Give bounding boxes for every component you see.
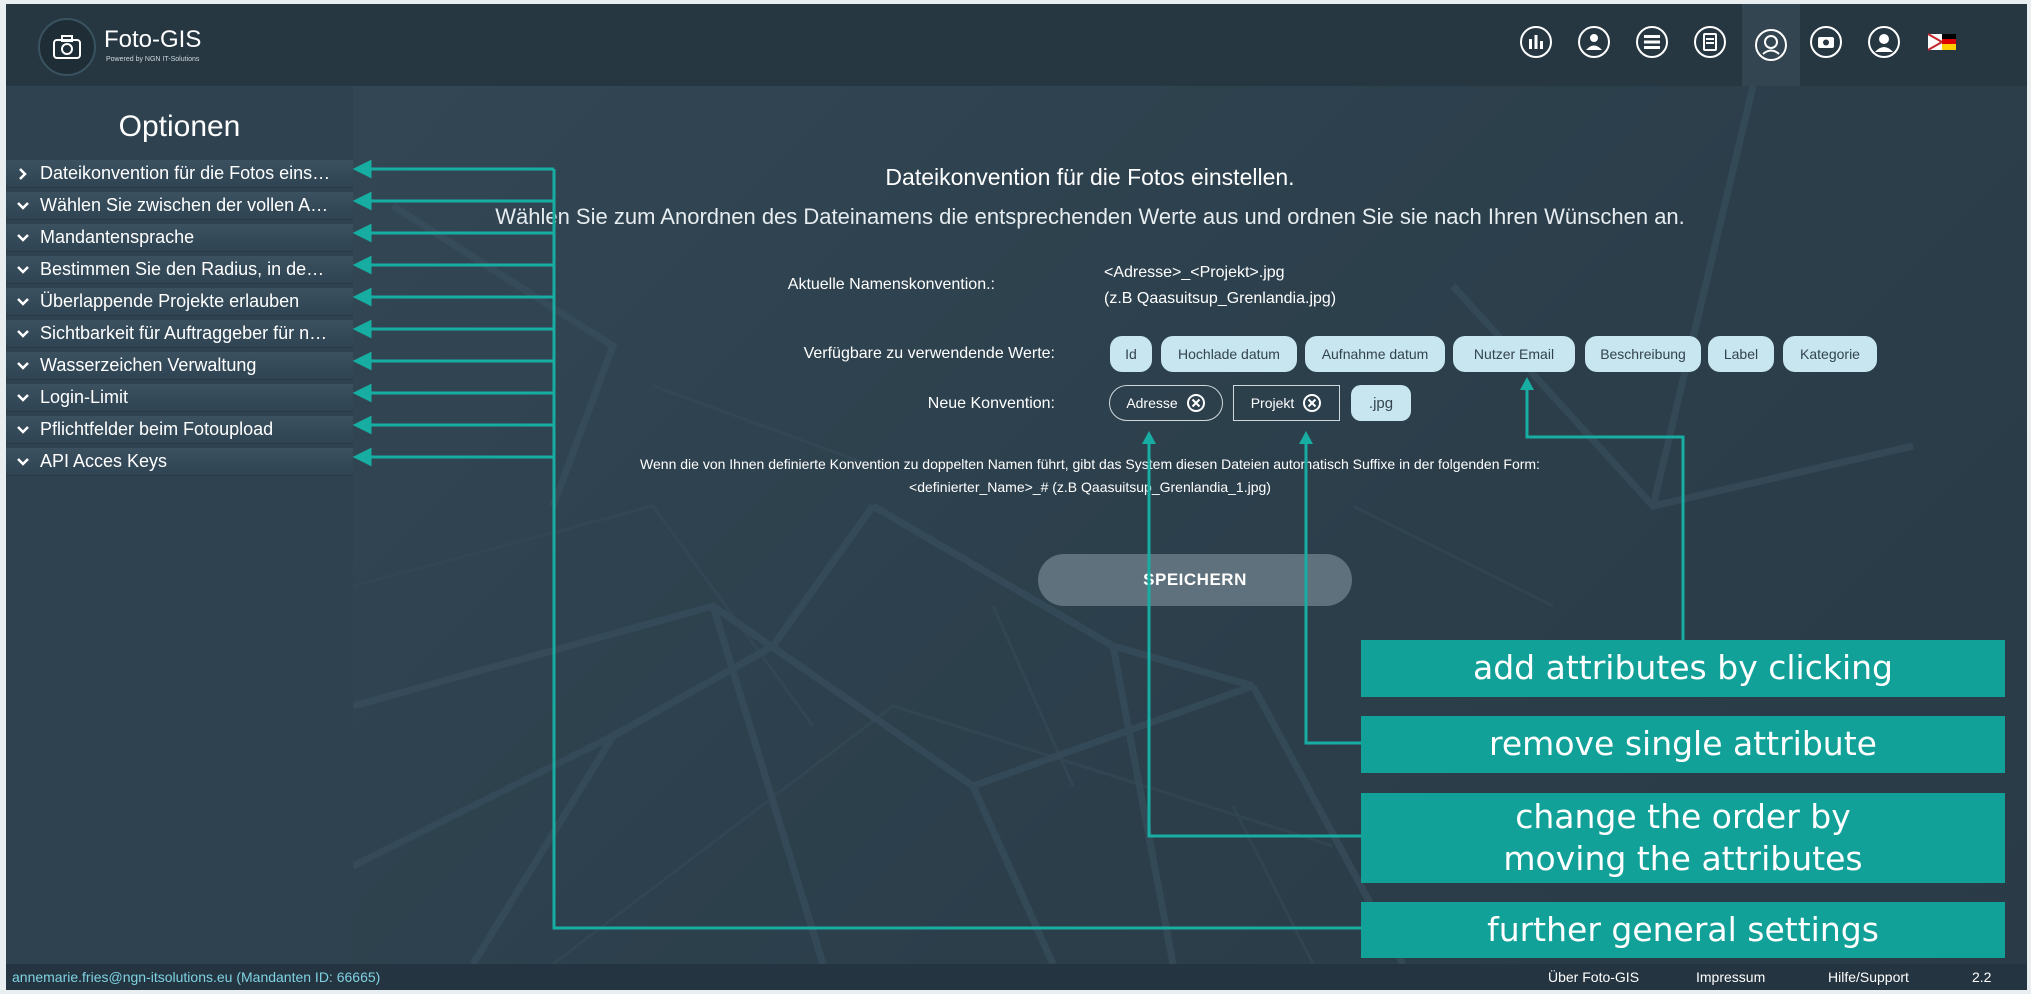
- annotation-order-line1: change the order by: [1515, 796, 1851, 836]
- annotation-order: change the order by moving the attribute…: [1361, 793, 2005, 883]
- arrowhead: [352, 383, 372, 403]
- arrow-general-settings: [552, 169, 1361, 930]
- annotation-general: further general settings: [1361, 902, 2005, 958]
- arrowhead: [352, 447, 372, 467]
- arrowhead: [352, 287, 372, 307]
- arrowhead: [1520, 377, 1534, 390]
- arrow-remove-attribute: [1304, 437, 1361, 745]
- arrowhead: [1142, 431, 1156, 444]
- arrowhead: [352, 415, 372, 435]
- annotation-remove: remove single attribute: [1361, 716, 2005, 773]
- annotation-add: add attributes by clicking: [1361, 640, 2005, 697]
- arrowhead: [352, 159, 372, 179]
- arrowhead: [352, 223, 372, 243]
- arrow-add-attributes: [1525, 383, 1685, 642]
- arrowhead: [1299, 431, 1313, 444]
- arrowhead: [352, 319, 372, 339]
- arrow-change-order: [1147, 437, 1361, 838]
- arrowhead: [352, 255, 372, 275]
- annotation-order-line2: moving the attributes: [1503, 839, 1863, 878]
- arrowhead: [352, 191, 372, 211]
- arrowhead: [352, 351, 372, 371]
